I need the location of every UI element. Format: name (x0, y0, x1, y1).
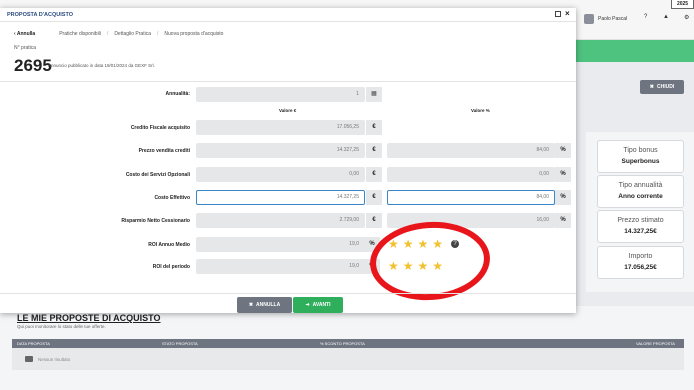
card-tipo-bonus: Tipo bonus Superbonus (597, 140, 684, 173)
arrow-right-icon: ➜ (305, 302, 310, 308)
card-label: Prezzo stimato (617, 217, 664, 224)
annualita-label: Annualità: (165, 91, 190, 97)
risparmio-field[interactable]: 2.729,00 (196, 213, 365, 228)
card-importo: Importo 17.056,25€ (597, 246, 684, 279)
risparmio-label: Risparmio Netto Cessionario (121, 218, 190, 224)
section-subtitle: Qui puoi monitorare lo stato delle tue o… (17, 324, 106, 329)
col-data-proposta[interactable]: DATA PROPOSTA (17, 341, 50, 346)
purchase-proposal-modal: PROPOSTA D'ACQUISTO × ‹ Annulla Pratiche… (0, 8, 576, 313)
col-sconto-proposta[interactable]: % SCONTO PROPOSTA (320, 341, 365, 346)
card-label: Importo (628, 253, 653, 260)
modal-title: PROPOSTA D'ACQUISTO (7, 12, 73, 18)
user-menu[interactable]: Paolo Pascal (584, 14, 627, 24)
euro-unit: € (366, 213, 382, 228)
credito-label: Credito Fiscale acquisito (130, 125, 190, 131)
divider (0, 81, 576, 82)
footer-divider (0, 293, 576, 294)
euro-unit: € (366, 190, 382, 205)
pratica-label: N° pratica (14, 45, 37, 51)
year-badge: 2025 (671, 0, 694, 9)
breadcrumb-item[interactable]: Dettaglio Pratica (114, 31, 151, 37)
annulla-label: ANNULLA (256, 302, 281, 308)
user-name: Paolo Pascal (598, 16, 628, 22)
pratica-number: 2695 (14, 56, 52, 75)
bell-icon[interactable]: ▲ (663, 14, 669, 20)
card-value: Superbonus (621, 158, 660, 165)
roi-periodo-label: ROI del periodo (152, 264, 190, 270)
costo-label: Costo Effettivo (154, 195, 190, 201)
gear-icon[interactable]: ⚙ (684, 14, 689, 21)
avanti-label: AVANTI (312, 302, 331, 308)
costo-field[interactable]: 14.327,25 (196, 190, 365, 205)
card-label: Tipo annualità (618, 182, 663, 189)
maximize-icon[interactable] (555, 11, 561, 17)
costo-pct-field[interactable]: 84,00 (387, 190, 555, 205)
chiudi-label: CHIUDI (656, 84, 675, 90)
calendar-icon[interactable]: ▦ (366, 87, 382, 102)
close-icon: ✖ (248, 302, 254, 308)
annotation-circle (367, 217, 493, 305)
prezzo-field[interactable]: 14.327,25 (196, 143, 365, 158)
col-valore-proposta[interactable]: VALORE PROPOSTA (636, 341, 675, 346)
percent-unit: % (555, 190, 571, 205)
empty-state: Nessun risultato (25, 356, 70, 362)
close-icon: ✖ (649, 84, 654, 90)
percent-unit: % (555, 213, 571, 228)
col-stato-proposta[interactable]: STATO PROPOSTA (162, 341, 198, 346)
annualita-field[interactable]: 1 (196, 87, 365, 102)
servizi-label: Costo dei Servizi Opzionali (125, 172, 190, 178)
table-row (12, 348, 684, 370)
breadcrumb-separator: / (106, 31, 109, 37)
avatar (584, 14, 594, 24)
percent-unit: % (555, 167, 571, 182)
no-results-text: Nessun risultato (38, 356, 71, 362)
back-link[interactable]: ‹ Annulla (14, 31, 35, 37)
breadcrumb-separator: / (157, 31, 159, 37)
prezzo-label: Prezzo vendita crediti (138, 148, 190, 154)
modal-header: PROPOSTA D'ACQUISTO × (0, 8, 576, 22)
col-valore-euro: Valore € (279, 108, 297, 113)
card-value: Anno corrente (618, 193, 663, 200)
roi-periodo-field[interactable]: 19,0 (196, 259, 365, 274)
card-value: 17.056,25€ (624, 264, 657, 271)
prezzo-pct-field[interactable]: 84,00 (387, 143, 555, 158)
percent-unit: % (555, 143, 571, 158)
roi-medio-field[interactable]: 19,0 (196, 237, 365, 252)
card-value: 14.327,25€ (624, 228, 657, 235)
annulla-button[interactable]: ✖ ANNULLA (237, 297, 292, 313)
euro-unit: € (366, 120, 382, 135)
printer-icon (25, 356, 33, 362)
breadcrumb-item[interactable]: Pratiche disponibili (59, 31, 101, 37)
back-label: Annulla (16, 31, 36, 37)
euro-unit: € (366, 167, 382, 182)
credito-field[interactable]: 17.056,25 (196, 120, 365, 135)
section-title: LE MIE PROPOSTE DI ACQUISTO (17, 313, 161, 323)
breadcrumb-item: Nuova proposta d'acquisto (164, 31, 224, 37)
table-header: DATA PROPOSTA STATO PROPOSTA % SCONTO PR… (12, 339, 684, 348)
help-icon[interactable]: ? (644, 14, 647, 20)
servizi-field[interactable]: 0,00 (196, 167, 365, 182)
servizi-pct-field[interactable]: 0,00 (387, 167, 555, 182)
close-icon[interactable]: × (565, 9, 570, 19)
avanti-button[interactable]: ➜ AVANTI (293, 297, 343, 313)
breadcrumb: ‹ Annulla Pratiche disponibili / Dettagl… (14, 31, 223, 37)
roi-medio-label: ROI Annuo Medio (148, 242, 190, 248)
chiudi-button[interactable]: ✖ CHIUDI (640, 80, 684, 94)
card-prezzo-stimato: Prezzo stimato 14.327,25€ (597, 210, 684, 243)
card-label: Tipo bonus (623, 147, 658, 154)
annuncio-text: Annuncio pubblicato in data 19/01/2024 d… (48, 63, 155, 68)
card-tipo-annualita: Tipo annualità Anno corrente (597, 175, 684, 208)
euro-unit: € (366, 143, 382, 158)
col-valore-pct: Valore % (471, 108, 490, 113)
